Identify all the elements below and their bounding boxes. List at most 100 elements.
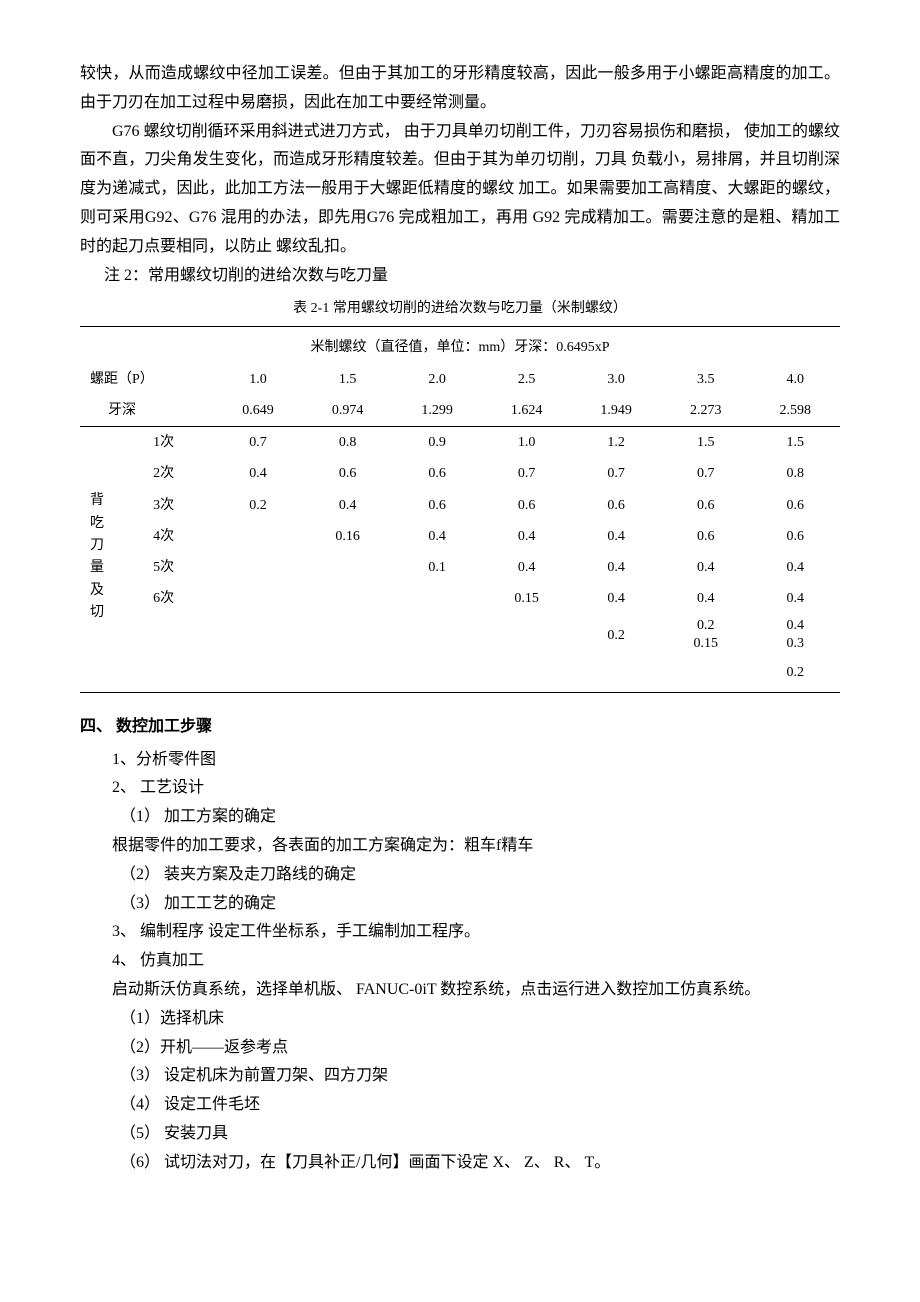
table-header-note: 米制螺纹（直径值，单位：mm）牙深：0.6495xP — [80, 335, 840, 360]
step-4: 4、 仿真加工 — [80, 947, 840, 976]
pitch-label: 螺距（P） — [80, 364, 213, 395]
intro-p2: G76 螺纹切削循环采用斜进式进刀方式， 由于刀具单刃切削工件，刀刃容易损伤和磨… — [80, 118, 840, 262]
depth-val: 0.649 — [213, 395, 303, 427]
depth-val: 1.299 — [392, 395, 482, 427]
cell: 0.4 — [482, 552, 572, 583]
cell: 0.4 — [571, 552, 661, 583]
pitch-val: 2.5 — [482, 364, 572, 395]
pass-row-5: 5次 0.1 0.4 0.4 0.4 0.4 — [80, 552, 840, 583]
cell: 0.15 — [482, 583, 572, 614]
cell: 0.6 — [661, 490, 751, 521]
cell: 0.4 — [661, 583, 751, 614]
pass-label: 5次 — [114, 552, 213, 583]
step-3: 3、 编制程序 设定工件坐标系，手工编制加工程序。 — [80, 918, 840, 947]
cell — [213, 614, 303, 656]
step-2-1: （1） 加工方案的确定 — [80, 803, 840, 832]
cell — [392, 583, 482, 614]
cell: 0.4 — [213, 458, 303, 489]
pass-row-1: 背吃刀量及切 1次 0.7 0.8 0.9 1.0 1.2 1.5 1.5 — [80, 427, 840, 459]
step-4-5: （5） 安装刀具 — [80, 1120, 840, 1149]
cell: 0.6 — [392, 490, 482, 521]
pitch-val: 1.5 — [303, 364, 393, 395]
pass-row-4: 4次 0.16 0.4 0.4 0.4 0.6 0.6 — [80, 521, 840, 552]
cell: 0.4 — [303, 490, 393, 521]
cell: 0.6 — [750, 490, 840, 521]
table-caption: 表 2-1 常用螺纹切削的进给次数与吃刀量（米制螺纹） — [80, 296, 840, 321]
cell: 1.5 — [750, 427, 840, 459]
cell — [571, 657, 661, 688]
cell: 0.1 — [392, 552, 482, 583]
cell — [482, 614, 572, 656]
cell: 0.4 — [392, 521, 482, 552]
step-4-4: （4） 设定工件毛坯 — [80, 1091, 840, 1120]
cell: 0.9 — [392, 427, 482, 459]
pass-label: 6次 — [114, 583, 213, 614]
cell: 0.2 — [571, 614, 661, 656]
cell — [303, 657, 393, 688]
step-2-2: （2） 装夹方案及走刀路线的确定 — [80, 861, 840, 890]
cell: 0.8 — [750, 458, 840, 489]
step-4-1: （1）选择机床 — [80, 1005, 840, 1034]
cell: 0.8 — [303, 427, 393, 459]
pass-label: 3次 — [114, 490, 213, 521]
cell: 0.2 — [213, 490, 303, 521]
pitch-val: 3.0 — [571, 364, 661, 395]
cell: 0.4 — [571, 583, 661, 614]
pass-row-2: 2次 0.4 0.6 0.6 0.7 0.7 0.7 0.8 — [80, 458, 840, 489]
cell — [213, 521, 303, 552]
section-4-title: 四、 数控加工步骤 — [80, 713, 840, 742]
cell: 0.6 — [303, 458, 393, 489]
step-4-3: （3） 设定机床为前置刀架、四方刀架 — [80, 1062, 840, 1091]
pass-row-3: 3次 0.2 0.4 0.6 0.6 0.6 0.6 0.6 — [80, 490, 840, 521]
cell: 0.6 — [571, 490, 661, 521]
pitch-val: 3.5 — [661, 364, 751, 395]
pass-row-6: 6次 0.15 0.4 0.4 0.4 — [80, 583, 840, 614]
step-2-3: （3） 加工工艺的确定 — [80, 890, 840, 919]
depth-val: 0.974 — [303, 395, 393, 427]
depth-val: 1.949 — [571, 395, 661, 427]
cell — [213, 552, 303, 583]
depth-val: 2.598 — [750, 395, 840, 427]
depth-label: 牙深 — [80, 395, 213, 427]
pass-label: 2次 — [114, 458, 213, 489]
cell: 0.4 — [661, 552, 751, 583]
pitch-val: 1.0 — [213, 364, 303, 395]
data-table: 螺距（P） 1.0 1.5 2.0 2.5 3.0 3.5 4.0 牙深 0.6… — [80, 364, 840, 688]
cell: 0.6 — [392, 458, 482, 489]
thread-cut-table: 米制螺纹（直径值，单位：mm）牙深：0.6495xP 螺距（P） 1.0 1.5… — [80, 326, 840, 693]
pass-row-extra-1: 0.2 0.20.15 0.40.3 — [80, 614, 840, 656]
step-4-body: 启动斯沃仿真系统，选择单机版、 FANUC-0iT 数控系统，点击运行进入数控加… — [80, 976, 840, 1005]
cell: 1.2 — [571, 427, 661, 459]
cell: 0.6 — [750, 521, 840, 552]
cell: 0.6 — [482, 490, 572, 521]
cell — [303, 552, 393, 583]
depth-row: 牙深 0.649 0.974 1.299 1.624 1.949 2.273 2… — [80, 395, 840, 427]
cell: 0.4 — [750, 583, 840, 614]
cell: 0.7 — [482, 458, 572, 489]
cell: 0.40.3 — [750, 614, 840, 656]
cell: 0.4 — [482, 521, 572, 552]
cell — [303, 583, 393, 614]
step-2-1-body: 根据零件的加工要求，各表面的加工方案确定为：粗车f精车 — [80, 832, 840, 861]
pitch-val: 4.0 — [750, 364, 840, 395]
cell: 1.5 — [661, 427, 751, 459]
pass-label: 4次 — [114, 521, 213, 552]
cell: 0.16 — [303, 521, 393, 552]
cell: 0.20.15 — [661, 614, 751, 656]
cell — [303, 614, 393, 656]
pass-row-extra-2: 0.2 — [80, 657, 840, 688]
cell — [482, 657, 572, 688]
cell: 0.7 — [661, 458, 751, 489]
step-4-2: （2）开机——返参考点 — [80, 1034, 840, 1063]
cell — [661, 657, 751, 688]
side-label: 背吃刀量及切 — [80, 427, 114, 688]
pitch-row: 螺距（P） 1.0 1.5 2.0 2.5 3.0 3.5 4.0 — [80, 364, 840, 395]
cell: 0.4 — [750, 552, 840, 583]
cell — [213, 583, 303, 614]
cell: 0.7 — [213, 427, 303, 459]
depth-val: 1.624 — [482, 395, 572, 427]
cell — [392, 657, 482, 688]
pitch-val: 2.0 — [392, 364, 482, 395]
step-1: 1、分析零件图 — [80, 746, 840, 775]
note-2: 注 2：常用螺纹切削的进给次数与吃刀量 — [80, 262, 840, 291]
